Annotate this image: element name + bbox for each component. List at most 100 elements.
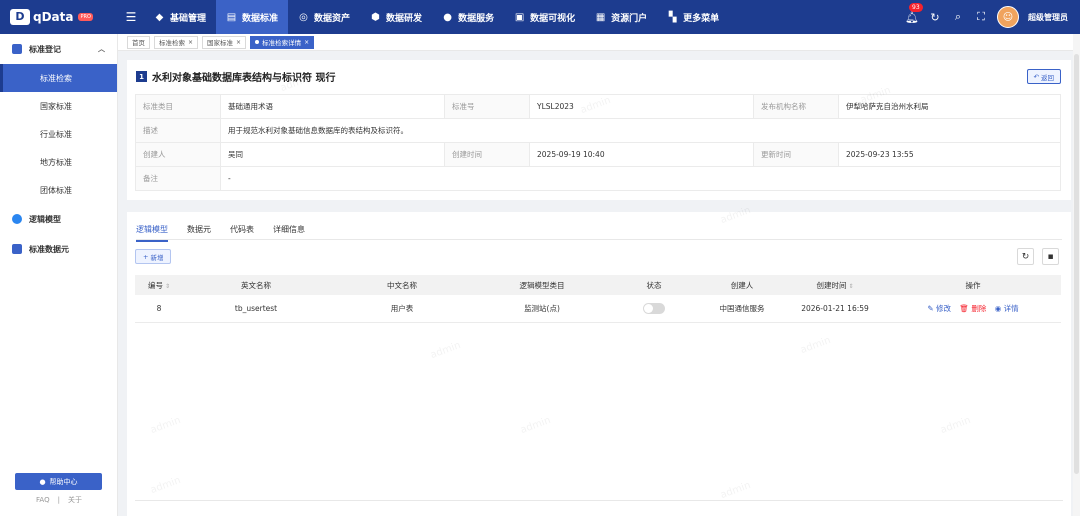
col-header-category: 逻辑模型类目 <box>475 275 609 295</box>
sidebar-item-local[interactable]: 地方标准 <box>0 148 117 176</box>
close-icon[interactable]: × <box>304 39 309 46</box>
page-tab-label: 首页 <box>132 39 145 47</box>
view-label: 详情 <box>1003 303 1019 313</box>
field-label: 标准类目 <box>135 94 221 119</box>
sidebar-item-national[interactable]: 国家标准 <box>0 92 117 120</box>
cell-created: 2026-01-21 16:59 <box>785 295 885 323</box>
sidebar-footer-links: FAQ | 关于 <box>0 495 118 505</box>
nav-label: 数据研发 <box>386 13 423 24</box>
nav-item-basic[interactable]: ◆ 基础管理 <box>144 0 216 34</box>
view-button[interactable]: ◉ 详情 <box>995 304 1019 313</box>
menu-toggle-icon[interactable]: ☰ <box>118 10 144 24</box>
sort-icon[interactable]: ⇕ <box>165 283 170 290</box>
target-icon: ◎ <box>299 11 308 23</box>
nav-item-dev[interactable]: ⬢ 数据研发 <box>360 0 432 34</box>
cell-status <box>609 295 699 323</box>
top-nav: ◆ 基础管理 ▤ 数据标准 ◎ 数据资产 ⬢ 数据研发 ● 数据服务 ▣ 数据可视化 ▦ 资源… <box>144 0 729 34</box>
nav-label: 更多菜单 <box>683 13 720 24</box>
table-row: 8 tb_usertest 用户表 监测站(点) 中国通信服务 2026-01-… <box>135 295 1061 323</box>
sidebar-group-register[interactable]: 标准登记 ︿ <box>0 34 117 64</box>
chart-icon: ▣ <box>514 11 525 23</box>
col-header-created[interactable]: 创建时间 ⇕ <box>785 275 885 295</box>
nav-label: 数据服务 <box>458 13 495 24</box>
col-header-id[interactable]: 编号 ⇕ <box>135 275 183 295</box>
title-number-badge: 1 <box>136 71 147 82</box>
nav-item-visual[interactable]: ▣ 数据可视化 <box>504 0 585 34</box>
column-settings-button[interactable]: ▪ <box>1042 248 1059 265</box>
sidebar-item-industry[interactable]: 行业标准 <box>0 120 117 148</box>
notification-count: 93 <box>909 3 923 12</box>
fullscreen-icon[interactable]: ⛶ <box>974 10 988 24</box>
nav-item-standard[interactable]: ▤ 数据标准 <box>216 0 289 34</box>
field-label: 创建时间 <box>444 142 530 167</box>
edit-button[interactable]: ✎ 修改 <box>927 304 951 313</box>
sidebar-group-label: 标准登记 <box>29 44 61 54</box>
delete-button[interactable]: 🗑︎ 删除 <box>959 304 986 313</box>
nav-item-more[interactable]: ▚ 更多菜单 <box>657 0 729 34</box>
bell-icon[interactable]: 🔔︎ 93 <box>905 3 923 24</box>
related-items-card: 逻辑模型 数据元 代码表 详细信息 + 新增 ↻ ▪ 编号 ⇕ 英文名称 中文名称… <box>127 212 1071 516</box>
col-header-actions: 操作 <box>885 275 1061 295</box>
page-tab-label: 标准检索详情 <box>262 39 302 47</box>
field-value: 基础通用术语 <box>220 94 445 119</box>
cell-creator: 中国通信服务 <box>699 295 785 323</box>
help-center-button[interactable]: ● 帮助中心 <box>15 473 102 490</box>
page-tab-national[interactable]: 国家标准 × <box>202 35 247 49</box>
field-label: 备注 <box>135 166 221 191</box>
brand-badge: PRO <box>78 13 93 21</box>
add-button[interactable]: + 新增 <box>135 249 172 264</box>
nav-label: 资源门户 <box>611 13 648 24</box>
status-toggle[interactable] <box>643 302 665 314</box>
scrollbar-thumb[interactable] <box>1074 54 1079 474</box>
sidebar-item-group[interactable]: 团体标准 <box>0 176 117 204</box>
top-navbar: D qData PRO ☰ ◆ 基础管理 ▤ 数据标准 ◎ 数据资产 ⬢ 数据研发 ● 数… <box>0 0 1080 34</box>
chevron-up-icon: ︿ <box>98 45 105 53</box>
refresh-table-button[interactable]: ↻ <box>1017 248 1034 265</box>
close-icon[interactable]: × <box>236 39 241 46</box>
avatar[interactable]: ☺ <box>997 6 1019 28</box>
col-header-label: 创建时间 <box>816 280 847 290</box>
grid-icon: ▪ <box>1047 251 1054 262</box>
edit-icon: ✎ <box>927 303 934 313</box>
refresh-icon[interactable]: ↻ <box>928 10 942 24</box>
col-header-cn: 中文名称 <box>329 275 475 295</box>
faq-link[interactable]: FAQ <box>36 496 50 504</box>
sidebar-item-search[interactable]: 标准检索 <box>0 64 117 92</box>
sort-icon[interactable]: ⇕ <box>848 283 853 290</box>
help-icon: ● <box>39 477 46 486</box>
delete-label: 删除 <box>971 303 987 313</box>
refresh-icon: ↻ <box>1021 251 1030 262</box>
page-tab-home[interactable]: 首页 <box>127 35 150 49</box>
page-tab-search[interactable]: 标准检索 × <box>154 35 199 49</box>
username[interactable]: 超级管理员 <box>1028 12 1068 23</box>
edit-label: 修改 <box>936 303 952 313</box>
pagination-divider <box>135 500 1063 501</box>
standard-detail-card: 1 水利对象基础数据库表结构与标识符 现行 ↶ 返回 标准类目 基础通用术语 标… <box>127 60 1071 200</box>
about-link[interactable]: 关于 <box>68 496 82 504</box>
tabs-divider <box>136 239 1062 240</box>
nav-item-service[interactable]: ● 数据服务 <box>432 0 504 34</box>
logo-mark-icon: D <box>10 9 30 25</box>
sidebar-group-data-element[interactable]: 标准数据元 <box>0 234 117 264</box>
cell-id: 8 <box>135 295 183 323</box>
page-tab-label: 国家标准 <box>207 39 234 47</box>
close-icon[interactable]: × <box>188 39 193 46</box>
nav-item-assets[interactable]: ◎ 数据资产 <box>288 0 360 34</box>
col-header-creator: 创建人 <box>699 275 785 295</box>
add-label: 新增 <box>150 253 164 262</box>
page-scrollbar[interactable] <box>1073 34 1080 516</box>
back-button[interactable]: ↶ 返回 <box>1026 69 1061 84</box>
cell-actions: ✎ 修改 🗑︎ 删除 ◉ 详情 <box>885 295 1061 323</box>
brand-logo[interactable]: D qData PRO <box>0 0 118 34</box>
grid-icon: ▚ <box>668 11 677 23</box>
back-icon: ↶ <box>1033 72 1039 81</box>
nav-label: 数据资产 <box>314 13 351 24</box>
sidebar-group-logic-model[interactable]: 逻辑模型 <box>0 204 117 234</box>
nav-item-portal[interactable]: ▦ 资源门户 <box>585 0 657 34</box>
page-tab-detail[interactable]: 标准检索详情 × <box>250 35 315 49</box>
field-value: 2025-09-23 13:55 <box>838 142 1061 167</box>
trash-icon: 🗑︎ <box>959 303 969 313</box>
field-label: 标准号 <box>444 94 530 119</box>
cell-cn-name: 用户表 <box>329 295 475 323</box>
search-icon[interactable]: ⌕ <box>951 10 965 24</box>
